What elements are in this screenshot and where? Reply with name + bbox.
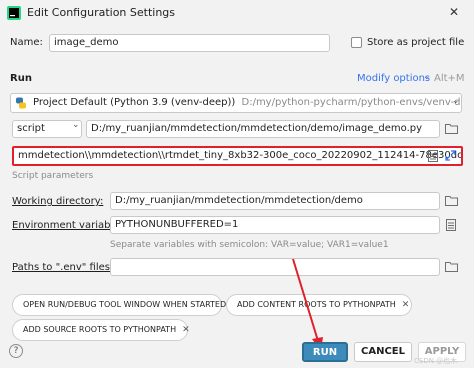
modify-options-chevron-icon[interactable]: ⌄ (423, 72, 431, 82)
script-path-input[interactable]: D:/my_ruanjian/mmdetection/mmdetection/d… (86, 120, 440, 138)
working-directory-input[interactable]: D:/my_ruanjian/mmdetection/mmdetection/d… (110, 192, 440, 210)
annotation-arrow (292, 258, 323, 351)
close-icon[interactable]: ✕ (449, 5, 459, 19)
name-input[interactable]: image_demo (49, 34, 330, 52)
chip-close-icon[interactable]: ✕ (402, 300, 410, 310)
help-icon[interactable]: ? (9, 344, 23, 358)
store-as-project-file-label[interactable]: Store as project file (367, 37, 464, 48)
environment-variables-hint: Separate variables with semicolon: VAR=v… (110, 240, 389, 250)
python-icon (15, 97, 27, 109)
chip-close-icon[interactable]: ✕ (182, 325, 190, 335)
chip-label: OPEN RUN/DEBUG TOOL WINDOW WHEN STARTED (23, 300, 227, 309)
working-directory-label: Working directory: (12, 196, 104, 207)
document-icon[interactable] (428, 150, 438, 162)
modify-options-shortcut: Alt+M (434, 73, 465, 84)
pycharm-logo-icon (7, 6, 21, 20)
script-parameters-label: Script parameters (12, 171, 94, 181)
interpreter-chevron-down-icon[interactable]: ⌄ (452, 96, 460, 106)
run-section-label: Run (10, 73, 32, 84)
expand-icon[interactable] (445, 150, 456, 161)
script-type-value: script (17, 123, 45, 134)
script-parameters-value: mmdetection\\mmdetection\\rtmdet_tiny_8x… (18, 150, 463, 161)
env-files-label: Paths to ".env" files: (12, 262, 114, 273)
script-parameters-input[interactable]: mmdetection\\mmdetection\\rtmdet_tiny_8x… (12, 146, 463, 166)
modify-options-link[interactable]: Modify options (357, 73, 430, 84)
interpreter-name: Project Default (Python 3.9 (venv-deep)) (33, 97, 236, 108)
env-files-input[interactable] (110, 258, 440, 276)
interpreter-select[interactable]: Project Default (Python 3.9 (venv-deep))… (10, 93, 462, 113)
name-label: Name: (10, 37, 43, 48)
env-files-folder-icon[interactable] (445, 261, 458, 272)
folder-icon[interactable] (445, 123, 458, 134)
run-button[interactable]: RUN (302, 342, 348, 362)
chip-add-source-roots[interactable]: ADD SOURCE ROOTS TO PYTHONPATH ✕ (12, 319, 190, 341)
interpreter-path: D:/my/python-pycharm/python-envs/venv-de… (241, 97, 462, 108)
checkbox-icon[interactable] (351, 37, 362, 48)
chip-label: ADD SOURCE ROOTS TO PYTHONPATH (23, 325, 177, 334)
environment-variables-document-icon[interactable] (446, 219, 456, 231)
environment-variables-input[interactable]: PYTHONUNBUFFERED=1 (110, 216, 440, 234)
window-title: Edit Configuration Settings (27, 6, 176, 19)
watermark: CSDN @也木 (414, 357, 458, 365)
working-directory-folder-icon[interactable] (445, 195, 458, 206)
chip-open-run-debug-window[interactable]: OPEN RUN/DEBUG TOOL WINDOW WHEN STARTED✕ (12, 294, 240, 316)
title-bar: Edit Configuration Settings ✕ (0, 0, 474, 26)
cancel-button[interactable]: CANCEL (354, 342, 412, 362)
script-type-chevron-down-icon[interactable]: ⌄ (72, 120, 80, 130)
